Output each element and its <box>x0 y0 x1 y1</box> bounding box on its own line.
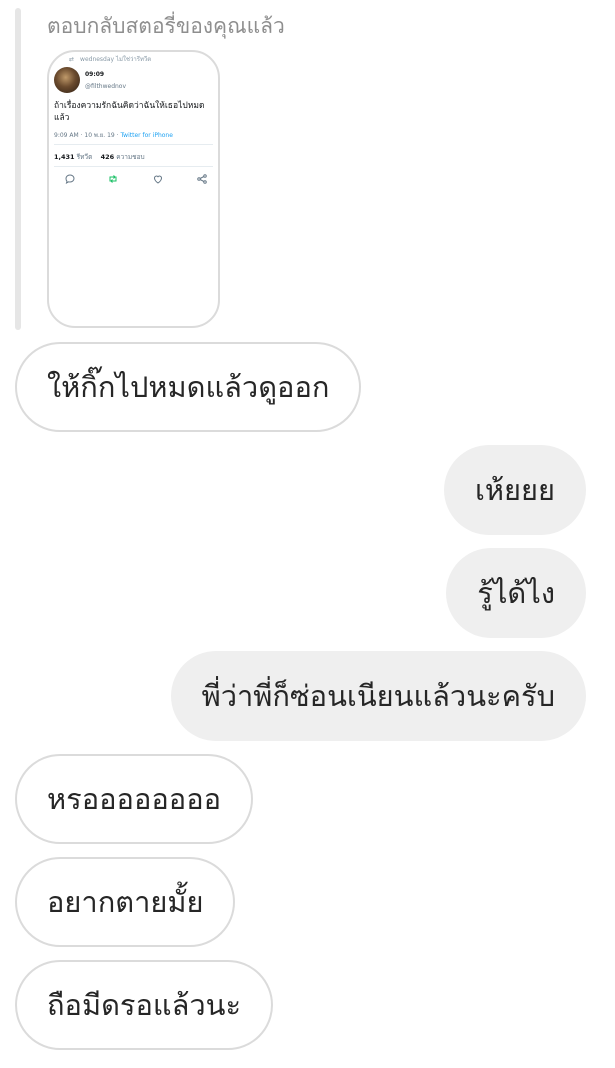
tweet-handle: @filthwednov <box>85 83 127 90</box>
tweet-text: ถ้าเรื่องความรักฉันคิดว่าฉันให้เธอไปหมดแ… <box>54 101 205 123</box>
message-text: เห้ยยย <box>474 473 555 507</box>
tweet-source: Twitter for iPhone <box>120 132 173 139</box>
message-text: ให้กิ๊กไปหมดแล้วดูออก <box>47 370 330 404</box>
reply-quote-bar <box>15 8 21 330</box>
message-bubble-outgoing[interactable]: รู้ได้ไง <box>446 548 586 638</box>
message-bubble-incoming[interactable]: ให้กิ๊กไปหมดแล้วดูออก <box>15 342 362 432</box>
retweet-small-icon: ⇄ <box>69 56 75 63</box>
tweet-display-name: 09:09 <box>85 71 105 78</box>
reply-header: ตอบกลับสตอรี่ของคุณแล้ว <box>47 14 285 38</box>
reply-icon <box>65 174 75 185</box>
message-bubble-outgoing[interactable]: เห้ยยย <box>443 445 586 535</box>
message-text: หรออออออออ <box>47 782 222 816</box>
message-text: อยากตายมั้ย <box>47 885 204 919</box>
retweet-line: ⇄ wednesday ไม่ใช่ว่ารีทวีต <box>69 54 151 64</box>
share-icon <box>197 174 207 184</box>
message-bubble-incoming[interactable]: อยากตายมั้ย <box>15 857 236 947</box>
message-text: พี่ว่าพี่ก็ซ่อนเนียนแล้วนะครับ <box>201 679 555 713</box>
tweet-meta: 9:09 AM · 10 พ.ย. 19 · Twitter for iPhon… <box>54 130 173 140</box>
message-bubble-outgoing[interactable]: พี่ว่าพี่ก็ซ่อนเนียนแล้วนะครับ <box>170 651 586 741</box>
message-bubble-incoming[interactable]: หรออออออออ <box>15 754 254 844</box>
like-icon <box>153 175 163 184</box>
tweet-divider <box>54 166 213 167</box>
story-preview[interactable]: ⇄ wednesday ไม่ใช่ว่ารีทวีต 09:09 @filthw… <box>47 50 220 328</box>
retweets-count: 1,431 <box>54 153 75 161</box>
retweet-icon <box>109 175 117 183</box>
likes-count: 426 <box>100 153 115 161</box>
tweet-avatar <box>54 67 80 93</box>
retweet-line-text: wednesday ไม่ใช่ว่ารีทวีต <box>80 56 152 63</box>
tweet-actions <box>49 173 218 187</box>
message-bubble-incoming[interactable]: ถือมีดรอแล้วนะ <box>15 960 274 1050</box>
retweets-label: รีทวีต <box>76 153 93 161</box>
tweet-time: 9:09 AM · 10 พ.ย. 19 · <box>54 132 119 139</box>
tweet-divider <box>54 144 213 145</box>
message-text: ถือมีดรอแล้วนะ <box>47 988 242 1022</box>
tweet-stats: 1,431 รีทวีต 426 ความชอบ <box>54 152 145 162</box>
message-text: รู้ได้ไง <box>477 576 555 610</box>
likes-label: ความชอบ <box>116 153 145 161</box>
